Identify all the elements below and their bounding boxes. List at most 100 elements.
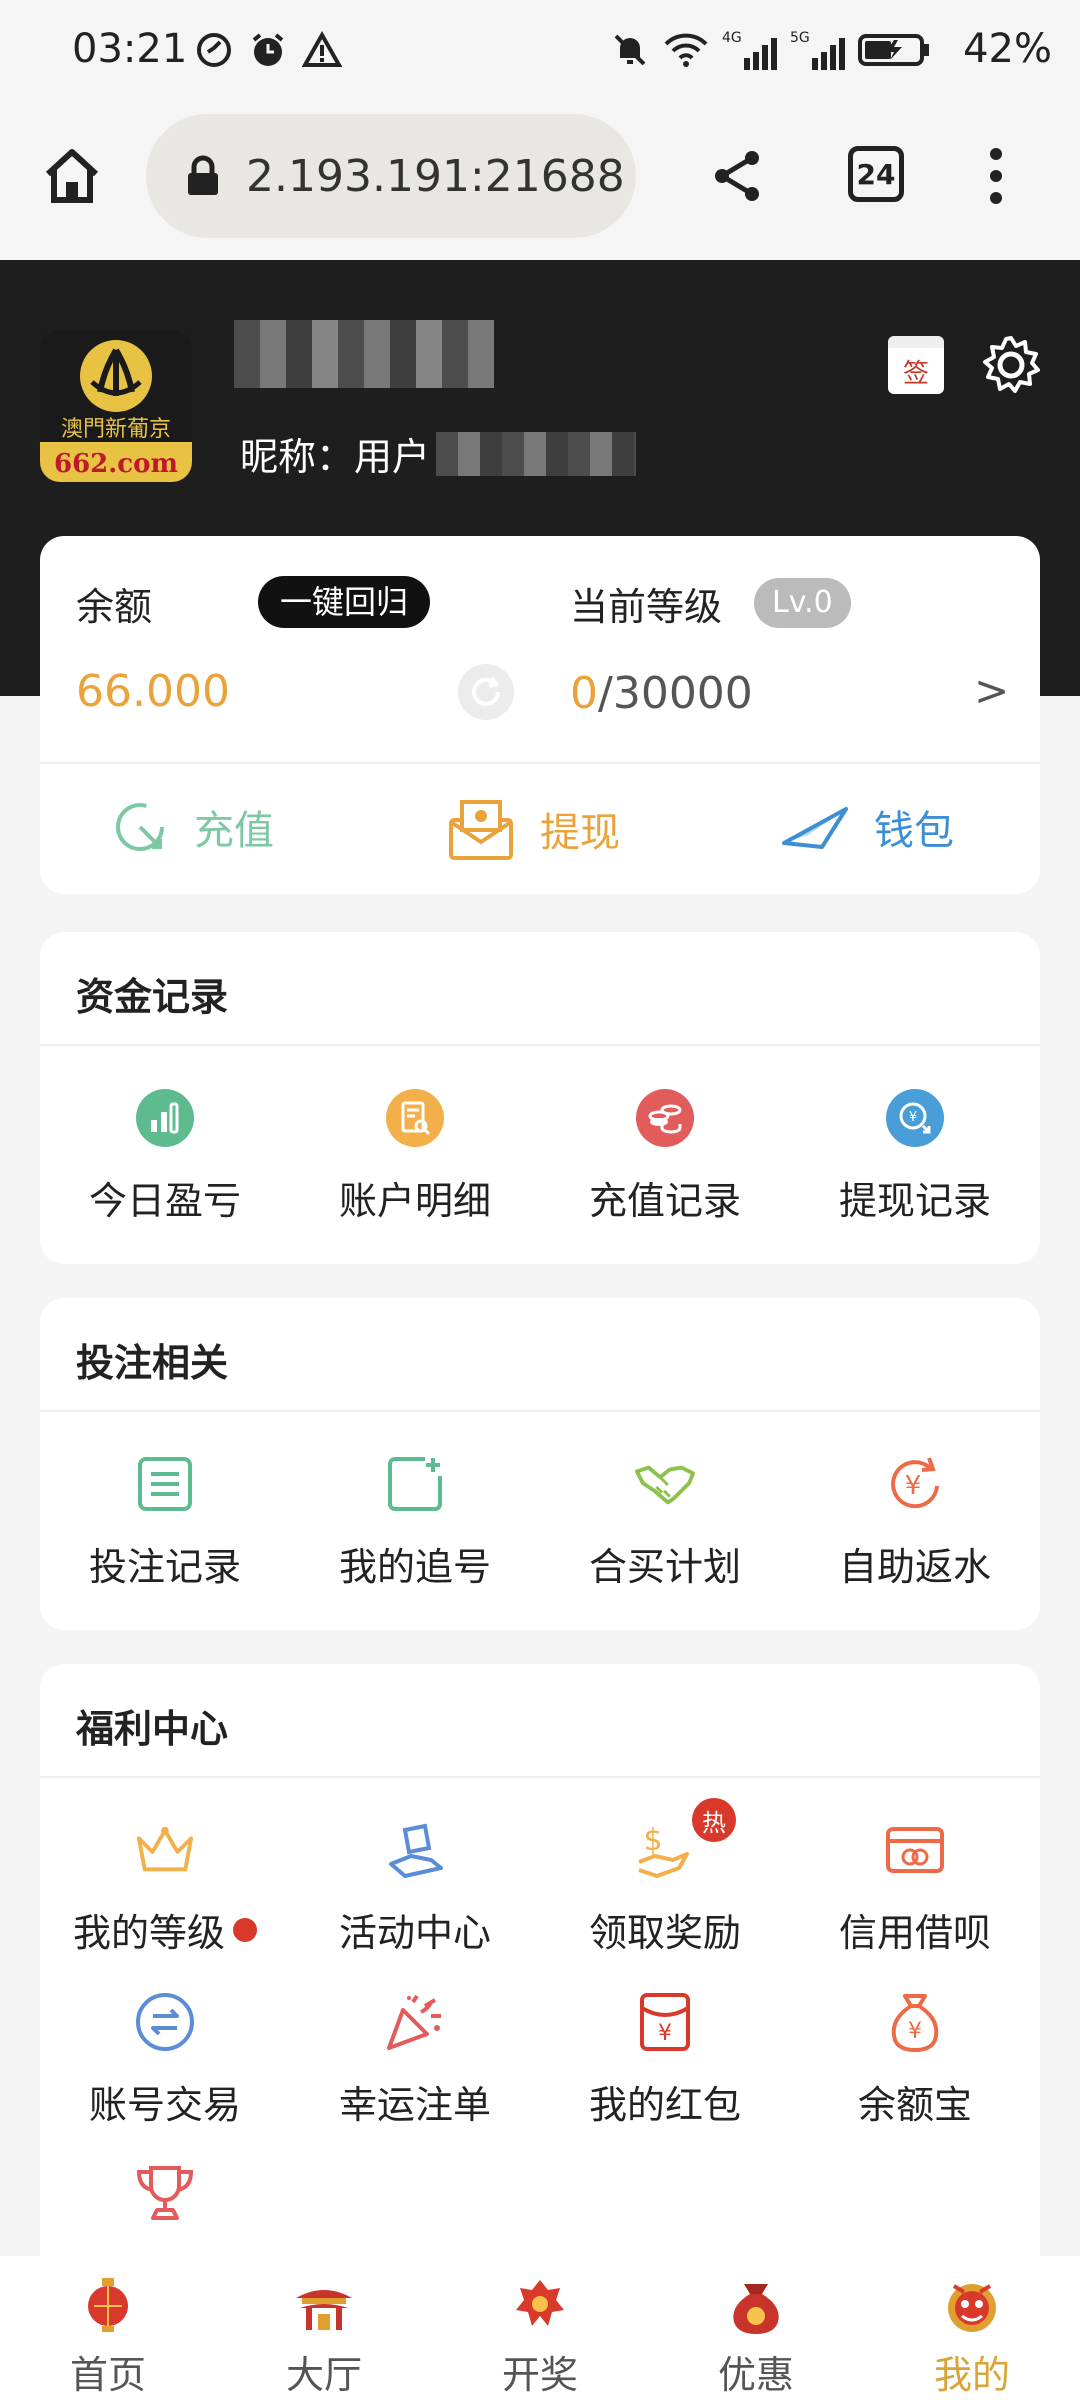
nickname-redacted [436, 431, 637, 476]
lucky-bet-label: 幸运注单 [338, 2083, 491, 2127]
account-trade-item[interactable]: 账号交易 [40, 1992, 290, 2129]
group-buy-label: 合买计划 [588, 1545, 741, 1589]
level-target: /30000 [598, 668, 753, 719]
money-bag-icon: ¥ [885, 1992, 945, 2052]
menu-button[interactable] [984, 146, 1008, 206]
my-chase-item[interactable]: 我的追号 [290, 1454, 540, 1591]
alarm-icon [248, 30, 288, 70]
refresh-balance-button[interactable] [458, 664, 514, 720]
welfare-grid-row2: 账号交易 幸运注单 ¥ 我的红包 ¥ 余额宝 [40, 1992, 1040, 2129]
svg-text:$: $ [643, 1823, 662, 1858]
list-icon [135, 1454, 195, 1514]
today-pnl-label: 今日盈亏 [88, 1179, 241, 1223]
bet-records-item[interactable]: 投注记录 [40, 1454, 290, 1591]
today-pnl-item[interactable]: 今日盈亏 [40, 1088, 290, 1225]
funds-records-card: 资金记录 今日盈亏 账户明细 充值记录 ¥ 提现记录 [40, 932, 1040, 1264]
nav-mine[interactable]: 我的 [864, 2256, 1080, 2400]
sign-in-button[interactable]: 签 [888, 336, 944, 394]
home-button[interactable] [40, 144, 104, 208]
recharge-button[interactable]: 充值 [112, 798, 274, 856]
trophy-icon [135, 2164, 195, 2224]
browser-toolbar: 2.193.191:21688 24 [0, 104, 1080, 260]
wallet-button[interactable]: 钱包 [782, 798, 954, 856]
svg-text:4G: 4G [722, 30, 742, 46]
lucky-bet-item[interactable]: 幸运注单 [290, 1992, 540, 2129]
nav-promotions[interactable]: 优惠 [648, 2256, 864, 2400]
pavilion-icon [292, 2274, 356, 2338]
address-bar[interactable]: 2.193.191:21688 [146, 114, 636, 238]
trophy-item[interactable] [40, 2164, 290, 2224]
status-time: 03:21 [72, 26, 188, 72]
account-details-item[interactable]: 账户明细 [290, 1088, 540, 1225]
nav-home-label: 首页 [69, 2353, 146, 2397]
funds-records-title: 资金记录 [76, 975, 229, 1019]
signal-4g-icon: 4G [722, 28, 778, 72]
welfare-card: 福利中心 我的等级 活动中心 $ 热 领取奖励 信用借呗 账号交易 幸运注单 ¥… [40, 1664, 1040, 2304]
nav-draw[interactable]: 开奖 [432, 2256, 648, 2400]
claim-rewards-label: 领取奖励 [588, 1911, 741, 1955]
logo-text-top: 澳門新葡京 [61, 417, 171, 442]
share-button[interactable] [710, 148, 766, 204]
withdraw-button[interactable]: 提现 [448, 798, 620, 860]
nav-home[interactable]: 首页 [0, 2256, 216, 2400]
withdraw-records-item[interactable]: ¥ 提现记录 [790, 1088, 1040, 1225]
my-red-packet-item[interactable]: ¥ 我的红包 [540, 1992, 790, 2129]
gear-icon [983, 336, 1040, 393]
my-level-label: 我的等级 [72, 1911, 225, 1955]
mute-icon [610, 30, 650, 70]
settings-button[interactable] [980, 334, 1042, 396]
home-icon [45, 149, 99, 203]
group-buy-item[interactable]: 合买计划 [540, 1454, 790, 1591]
nav-mine-label: 我的 [933, 2353, 1010, 2397]
wifi-icon [662, 30, 710, 70]
exchange-icon [135, 1992, 195, 2052]
recharge-label: 充值 [194, 808, 274, 854]
party-popper-icon [385, 1992, 445, 2052]
tabs-button[interactable]: 24 [848, 146, 904, 202]
balance-treasure-label: 余额宝 [857, 2083, 972, 2127]
one-click-return-button[interactable]: 一键回归 [258, 576, 431, 628]
credit-loan-item[interactable]: 信用借呗 [790, 1820, 1040, 1957]
signal-5g-icon: 5G [790, 28, 846, 72]
credit-card-icon [885, 1820, 945, 1880]
handshake-icon [635, 1454, 695, 1514]
welfare-title: 福利中心 [76, 1707, 229, 1751]
activity-center-item[interactable]: 活动中心 [290, 1820, 540, 1957]
sign-in-label: 签 [902, 358, 929, 389]
speed-icon [194, 30, 234, 70]
brand-logo-icon: 澳門新葡京 662.com [40, 330, 192, 482]
status-left-icons [194, 30, 342, 70]
level-detail-arrow[interactable]: > [974, 666, 1009, 715]
svg-text:¥: ¥ [905, 1471, 922, 1501]
status-right-icons: 4G 5G [610, 28, 930, 72]
betting-card: 投注相关 投注记录 我的追号 合买计划 ¥ 自助返水 [40, 1298, 1040, 1630]
divider [40, 1410, 1040, 1412]
add-box-icon [385, 1454, 445, 1514]
current-level-label: 当前等级 [570, 585, 723, 629]
recharge-records-label: 充值记录 [588, 1179, 741, 1223]
my-level-item[interactable]: 我的等级 [40, 1820, 290, 1957]
hot-badge: 热 [692, 1798, 736, 1842]
svg-text:5G: 5G [790, 30, 810, 46]
balance-treasure-item[interactable]: ¥ 余额宝 [790, 1992, 1040, 2129]
self-rebate-item[interactable]: ¥ 自助返水 [790, 1454, 1040, 1591]
avatar[interactable]: 澳門新葡京 662.com [40, 330, 192, 482]
lantern-icon [76, 2274, 140, 2338]
bottom-nav: 首页 大厅 开奖 优惠 我的 [0, 2256, 1080, 2400]
activity-center-label: 活动中心 [338, 1911, 491, 1955]
betting-title: 投注相关 [76, 1341, 229, 1385]
lion-dance-icon [940, 2274, 1004, 2338]
divider [40, 1044, 1040, 1046]
battery-percent: 42% [963, 26, 1052, 72]
divider [40, 1776, 1040, 1778]
level-progress: 0/30000 [570, 668, 753, 719]
battery-icon [858, 30, 930, 70]
withdraw-records-label: 提现记录 [838, 1179, 991, 1223]
red-packet-icon: ¥ [635, 1992, 695, 2052]
recharge-records-item[interactable]: 充值记录 [540, 1088, 790, 1225]
divider [40, 762, 1040, 764]
nav-lobby[interactable]: 大厅 [216, 2256, 432, 2400]
warning-icon [302, 30, 342, 70]
claim-rewards-item[interactable]: $ 热 领取奖励 [540, 1798, 790, 1957]
my-chase-label: 我的追号 [338, 1545, 491, 1589]
